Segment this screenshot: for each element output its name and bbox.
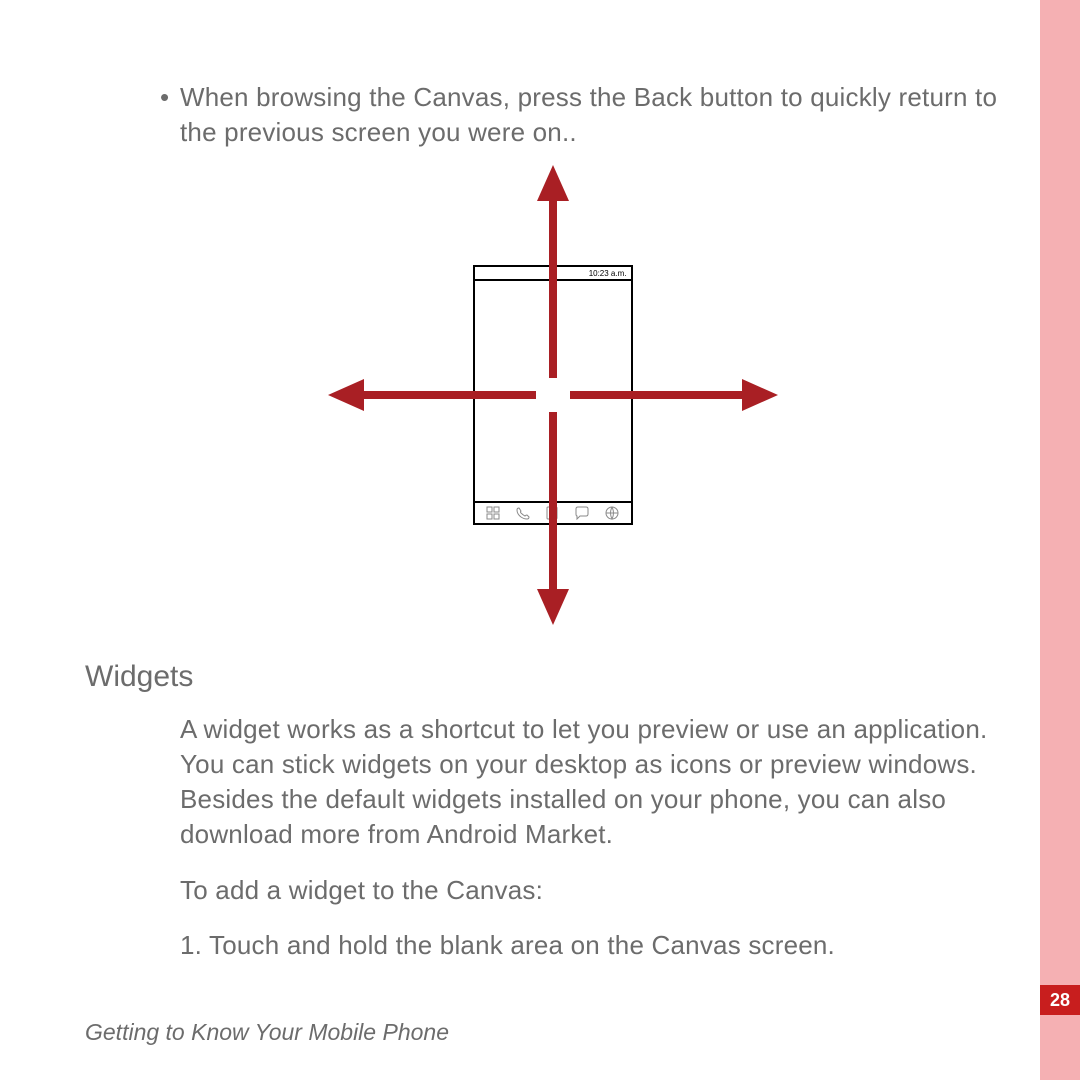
apps-icon [485, 505, 501, 521]
diagram-container: 10:23 a.m. [85, 165, 1020, 625]
arrow-up-icon [535, 165, 571, 395]
arrow-down-icon [535, 395, 571, 625]
bullet-item: When browsing the Canvas, press the Back… [85, 80, 1020, 150]
page-number: 28 [1040, 985, 1080, 1015]
widgets-description: A widget works as a shortcut to let you … [85, 712, 1020, 852]
diagram-center-gap [536, 378, 570, 412]
step-1: 1. Touch and hold the blank area on the … [85, 928, 1020, 963]
phone-time: 10:23 a.m. [589, 269, 627, 278]
section-heading: Widgets [85, 660, 1020, 694]
phone-call-icon [515, 505, 531, 521]
add-widget-intro: To add a widget to the Canvas: [85, 873, 1020, 908]
message-icon [574, 505, 590, 521]
arrow-right-icon [548, 377, 778, 413]
canvas-swipe-diagram: 10:23 a.m. [313, 165, 793, 625]
footer-text: Getting to Know Your Mobile Phone [85, 1019, 449, 1046]
page-content: When browsing the Canvas, press the Back… [85, 80, 1020, 963]
browser-icon [604, 505, 620, 521]
arrow-left-icon [328, 377, 558, 413]
side-accent-bar [1040, 0, 1080, 1080]
